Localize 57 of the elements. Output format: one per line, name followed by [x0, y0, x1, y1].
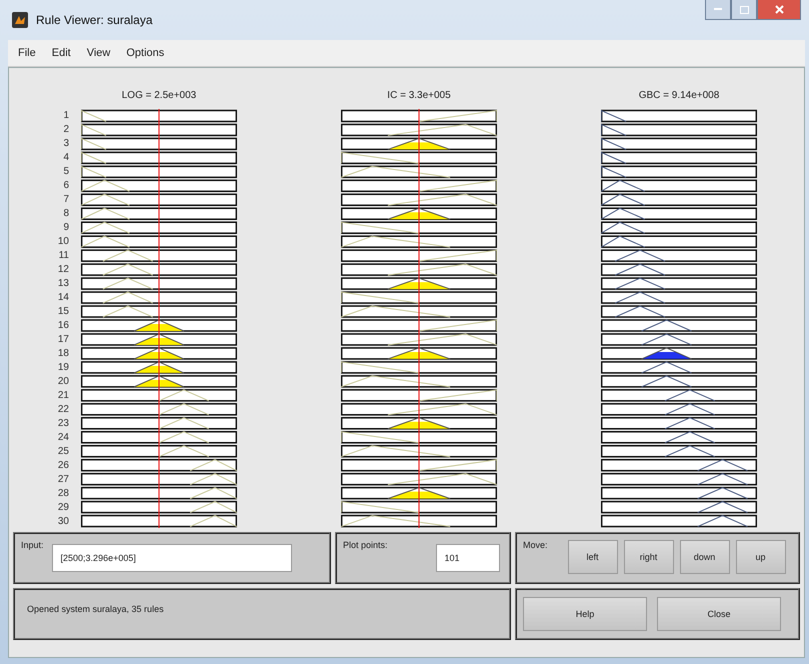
menu-item[interactable]: Options [120, 45, 170, 61]
rule-number: 30 [56, 515, 69, 528]
rule-number: 5 [62, 165, 69, 179]
rule-number: 10 [56, 235, 69, 249]
rule-number: 21 [56, 389, 69, 403]
rule-number: 11 [58, 249, 69, 263]
rule-number: 29 [56, 501, 69, 515]
rule-number: 4 [62, 151, 69, 165]
input-label: Input: [21, 540, 44, 550]
rule-number: 26 [56, 459, 69, 473]
rule-number: 7 [62, 193, 69, 207]
rule-number: 6 [62, 179, 69, 193]
rule-number: 15 [56, 305, 69, 319]
move-button[interactable]: down [680, 540, 730, 574]
input-field[interactable]: [2500;3.296e+005] [52, 544, 292, 572]
close-icon [774, 5, 784, 14]
plot-title: GBC = 9.14e+008 [638, 90, 720, 103]
action-button[interactable]: Help [523, 597, 647, 631]
close-button[interactable] [757, 0, 801, 20]
menu-item[interactable]: File [12, 45, 42, 61]
rule-number: 16 [56, 319, 69, 333]
rule-number: 25 [56, 445, 69, 459]
rule-number: 3 [62, 137, 69, 151]
rule-number: 8 [62, 207, 69, 221]
rule-number: 22 [56, 403, 69, 417]
rule-number: 17 [56, 333, 69, 347]
move-button[interactable]: up [736, 540, 786, 574]
plot-points-field[interactable]: 101 [436, 544, 500, 572]
plot-title: IC = 3.3e+005 [387, 90, 451, 103]
rule-number: 18 [56, 347, 69, 361]
rule-number: 2 [62, 123, 69, 137]
action-button[interactable]: Close [657, 597, 781, 631]
maximize-button[interactable] [731, 0, 757, 20]
rule-number: 1 [62, 109, 69, 123]
rule-number: 24 [56, 431, 69, 445]
move-button[interactable]: left [568, 540, 618, 574]
window-title: Rule Viewer: suralaya [36, 13, 154, 27]
move-button[interactable]: right [624, 540, 674, 574]
rule-number: 28 [56, 487, 69, 501]
plot-points-label: Plot points: [343, 540, 388, 550]
menu-item[interactable]: View [80, 45, 116, 61]
rule-number: 13 [56, 277, 69, 291]
rule-number: 20 [56, 375, 69, 389]
status-message: Opened system suralaya, 35 rules [26, 603, 165, 616]
minimize-icon [714, 8, 722, 11]
app-icon [12, 12, 28, 28]
minimize-button[interactable] [705, 0, 731, 20]
rule-number: 19 [56, 361, 69, 375]
rule-number: 14 [56, 291, 69, 305]
maximize-icon [740, 6, 748, 14]
rule-number: 9 [62, 221, 69, 235]
menu-item[interactable]: Edit [46, 45, 77, 61]
rule-number: 12 [56, 263, 69, 277]
rule-number: 23 [56, 417, 69, 431]
rule-number: 27 [56, 473, 69, 487]
move-label: Move: [523, 540, 548, 550]
plot-title: LOG = 2.5e+003 [122, 90, 196, 103]
